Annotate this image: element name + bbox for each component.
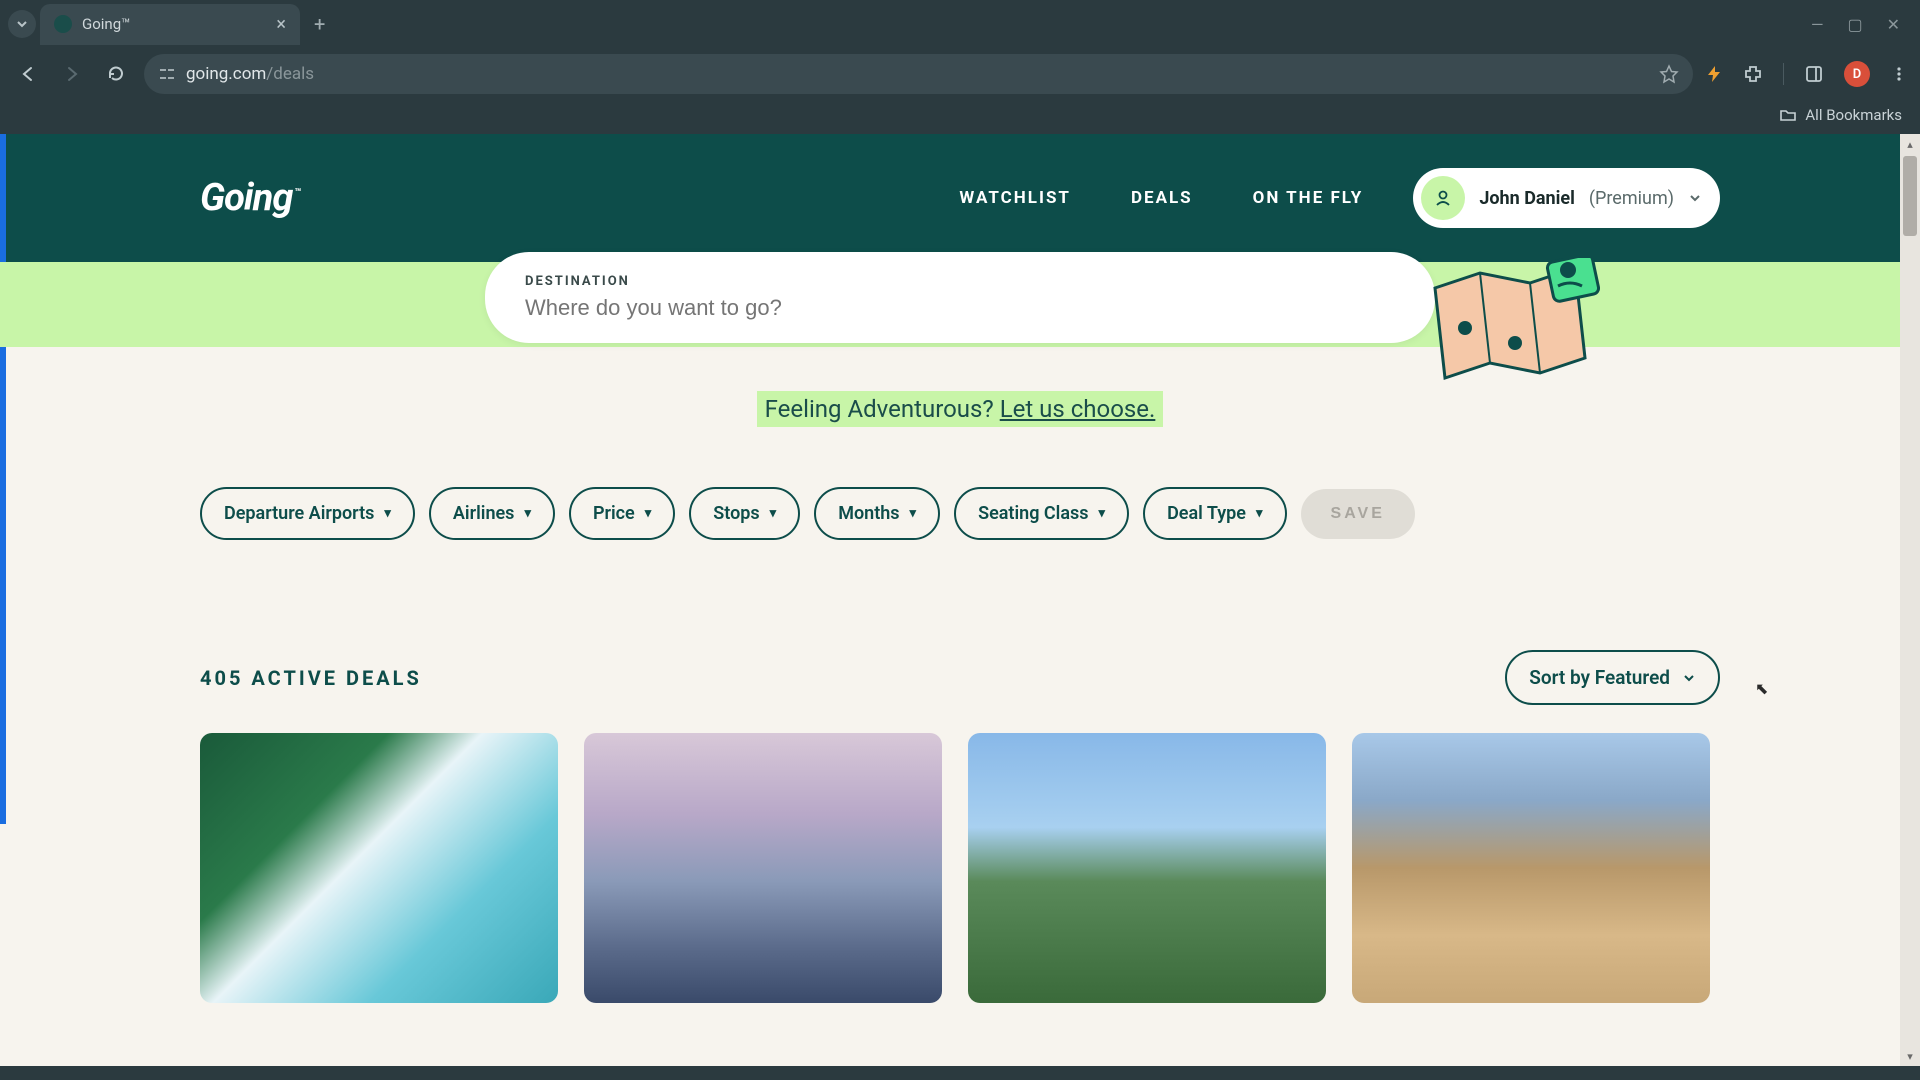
nav-watchlist[interactable]: WATCHLIST bbox=[959, 188, 1071, 208]
bookmarks-label: All Bookmarks bbox=[1805, 106, 1902, 124]
deal-card[interactable] bbox=[968, 733, 1326, 1003]
map-illustration-icon bbox=[1420, 258, 1600, 408]
nav-on-the-fly[interactable]: ON THE FLY bbox=[1253, 188, 1364, 208]
site-header: Going™ WATCHLIST DEALS ON THE FLY John D… bbox=[0, 134, 1920, 262]
extension-bolt-icon[interactable] bbox=[1705, 65, 1723, 83]
search-band: DESTINATION bbox=[0, 262, 1920, 347]
deal-card[interactable] bbox=[1352, 733, 1710, 1003]
chevron-down-icon bbox=[1688, 191, 1702, 205]
bookmark-star-icon[interactable] bbox=[1659, 64, 1679, 84]
minimize-button[interactable]: — bbox=[1811, 15, 1824, 34]
chevron-down-icon: ▾ bbox=[770, 506, 777, 521]
logo[interactable]: Going™ bbox=[200, 176, 300, 220]
deal-image bbox=[584, 733, 942, 1003]
menu-icon[interactable] bbox=[1890, 65, 1908, 83]
site-settings-icon[interactable] bbox=[158, 65, 176, 83]
nav-deals[interactable]: DEALS bbox=[1131, 188, 1193, 208]
chevron-down-icon: ▾ bbox=[524, 506, 531, 521]
side-accent bbox=[0, 134, 6, 824]
bookmarks-bar: All Bookmarks bbox=[0, 100, 1920, 134]
url-text: going.com/deals bbox=[186, 64, 314, 84]
results-header: 405 ACTIVE DEALS Sort by Featured bbox=[0, 540, 1920, 733]
page: Going™ WATCHLIST DEALS ON THE FLY John D… bbox=[0, 134, 1920, 1066]
tab-search-button[interactable] bbox=[8, 10, 36, 38]
sidepanel-icon[interactable] bbox=[1804, 64, 1824, 84]
search-label: DESTINATION bbox=[525, 274, 1395, 289]
filter-deal-type[interactable]: Deal Type▾ bbox=[1143, 487, 1286, 540]
browser-tab[interactable]: Going™ × bbox=[40, 4, 300, 45]
deal-card[interactable] bbox=[584, 733, 942, 1003]
filter-price[interactable]: Price▾ bbox=[569, 487, 675, 540]
chevron-down-icon: ▾ bbox=[384, 506, 391, 521]
tab-bar: Going™ × + — ▢ ✕ bbox=[0, 0, 1920, 48]
adventure-link[interactable]: Let us choose. bbox=[1000, 395, 1156, 423]
user-menu[interactable]: John Daniel (Premium) bbox=[1413, 168, 1720, 228]
adventure-text: Feeling Adventurous? bbox=[765, 395, 1000, 423]
chevron-down-icon bbox=[16, 18, 28, 30]
scroll-thumb[interactable] bbox=[1903, 156, 1917, 236]
filters-row: Departure Airports▾ Airlines▾ Price▾ Sto… bbox=[0, 451, 1920, 540]
all-bookmarks-button[interactable]: All Bookmarks bbox=[1779, 106, 1902, 124]
chevron-down-icon: ▾ bbox=[645, 506, 652, 521]
scrollbar[interactable]: ▴ ▾ bbox=[1900, 134, 1920, 1066]
url-bar[interactable]: going.com/deals bbox=[144, 54, 1693, 94]
deal-image bbox=[1352, 733, 1710, 1003]
cursor-icon: ⬉ bbox=[1755, 679, 1768, 698]
forward-button[interactable] bbox=[56, 58, 88, 90]
user-avatar-icon bbox=[1421, 176, 1465, 220]
chevron-down-icon: ▾ bbox=[1099, 506, 1106, 521]
window-controls: — ▢ ✕ bbox=[1811, 15, 1912, 34]
deals-count: 405 ACTIVE DEALS bbox=[200, 666, 422, 690]
maximize-button[interactable]: ▢ bbox=[1847, 15, 1862, 34]
toolbar-icons: D bbox=[1705, 61, 1908, 87]
address-bar: going.com/deals D bbox=[0, 48, 1920, 100]
chevron-down-icon: ▾ bbox=[910, 506, 917, 521]
deal-image bbox=[200, 733, 558, 1003]
scroll-down-button[interactable]: ▾ bbox=[1900, 1046, 1920, 1066]
scroll-up-button[interactable]: ▴ bbox=[1900, 134, 1920, 154]
favicon-icon bbox=[54, 15, 72, 33]
deals-grid bbox=[0, 733, 1920, 1003]
profile-avatar[interactable]: D bbox=[1844, 61, 1870, 87]
close-window-button[interactable]: ✕ bbox=[1887, 15, 1900, 34]
adventure-prompt: Feeling Adventurous? Let us choose. bbox=[0, 347, 1920, 451]
folder-icon bbox=[1779, 106, 1797, 124]
user-tier: (Premium) bbox=[1589, 188, 1674, 209]
divider bbox=[1783, 63, 1784, 85]
filter-months[interactable]: Months▾ bbox=[814, 487, 940, 540]
new-tab-button[interactable]: + bbox=[304, 8, 335, 40]
browser-chrome: Going™ × + — ▢ ✕ going.com/deals bbox=[0, 0, 1920, 134]
sort-dropdown[interactable]: Sort by Featured bbox=[1505, 650, 1720, 705]
filter-stops[interactable]: Stops▾ bbox=[689, 487, 800, 540]
deal-card[interactable] bbox=[200, 733, 558, 1003]
user-name: John Daniel bbox=[1479, 188, 1575, 209]
destination-input[interactable] bbox=[525, 295, 1395, 321]
extensions-icon[interactable] bbox=[1743, 64, 1763, 84]
tab-close-button[interactable]: × bbox=[276, 14, 286, 35]
reload-button[interactable] bbox=[100, 58, 132, 90]
nav-links: WATCHLIST DEALS ON THE FLY bbox=[959, 188, 1363, 208]
filter-seating-class[interactable]: Seating Class▾ bbox=[954, 487, 1129, 540]
deal-image bbox=[968, 733, 1326, 1003]
destination-search-card[interactable]: DESTINATION bbox=[485, 252, 1435, 343]
back-button[interactable] bbox=[12, 58, 44, 90]
filter-airlines[interactable]: Airlines▾ bbox=[429, 487, 555, 540]
filter-departure-airports[interactable]: Departure Airports▾ bbox=[200, 487, 415, 540]
save-button[interactable]: SAVE bbox=[1301, 489, 1415, 539]
tab-title: Going™ bbox=[82, 15, 131, 33]
chevron-down-icon bbox=[1682, 671, 1696, 685]
chevron-down-icon: ▾ bbox=[1256, 506, 1263, 521]
